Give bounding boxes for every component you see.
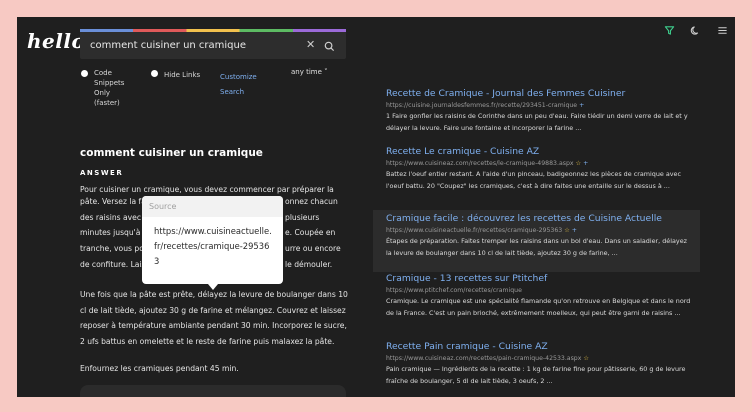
- search-input[interactable]: [80, 32, 310, 59]
- result-snippet: 1 Faire gonfler les raisins de Corinthe …: [386, 112, 688, 132]
- customize-search-link[interactable]: Customize Search: [220, 70, 257, 100]
- answer-label: ANSWER: [80, 169, 124, 177]
- result-title-link[interactable]: Cramique facile : découvrez les recettes…: [386, 212, 694, 225]
- answer-fragment: urre ou encore: [285, 244, 341, 253]
- tooltip-header: Source: [142, 196, 283, 217]
- result-snippet: Battez l'oeuf entier restant. A l'aide d…: [386, 170, 681, 190]
- answer-title: comment cuisiner un cramique: [80, 147, 263, 159]
- expand-icon[interactable]: +: [579, 102, 584, 109]
- result-snippet: Étapes de préparation. Faites tremper le…: [386, 237, 687, 257]
- code-snippets-label: Code Snippets Only (faster): [94, 68, 124, 108]
- source-link[interactable]: https://www.cuisineactuelle.fr/recettes/…: [142, 217, 283, 269]
- result-url-text[interactable]: https://www.cuisineaz.com/recettes/pain-…: [386, 355, 581, 362]
- code-snippets-line: (faster): [94, 99, 120, 107]
- result-url-text[interactable]: https://cuisine.journaldesfemmes.fr/rece…: [386, 102, 577, 109]
- result-url: https://www.cuisineactuelle.fr/recettes/…: [386, 225, 694, 236]
- answer-fragment: pâte. Versez la fa: [80, 197, 146, 206]
- expand-icon[interactable]: +: [583, 160, 588, 167]
- customize-line: Customize: [220, 73, 257, 81]
- result-snippet: Cramique. Le cramique est une spécialité…: [386, 297, 691, 317]
- menu-icon[interactable]: [717, 21, 728, 40]
- code-snippets-line: Code: [94, 69, 112, 77]
- result-snippet: Pain cramique — Ingrédients de la recett…: [386, 365, 686, 385]
- star-icon[interactable]: ☆: [564, 227, 570, 234]
- code-snippets-radio[interactable]: [81, 70, 88, 77]
- app-frame: hello ✕ Code Snippets Only (faster) Hide…: [17, 17, 735, 397]
- filter-icon[interactable]: [664, 21, 675, 40]
- result-url: https://www.cuisineaz.com/recettes/pain-…: [386, 353, 694, 364]
- result-title-link[interactable]: Recette Le cramique - Cuisine AZ: [386, 145, 694, 158]
- answer-fragment: plusieurs: [285, 213, 320, 222]
- search-bar: ✕: [80, 29, 346, 59]
- customize-line: Search: [220, 88, 245, 96]
- answer-fragment: onnez chacun: [285, 197, 338, 206]
- answer-fragment: le démouler.: [285, 260, 333, 269]
- star-icon[interactable]: ☆: [576, 160, 582, 167]
- hide-links-radio[interactable]: [151, 70, 158, 77]
- result-url: https://www.ptitchef.com/recettes/cramiq…: [386, 285, 694, 296]
- clear-icon[interactable]: ✕: [306, 38, 315, 51]
- answer-fragment: de confiture. Lais: [80, 260, 146, 269]
- moon-icon[interactable]: [690, 21, 701, 40]
- star-icon[interactable]: ☆: [583, 355, 589, 362]
- search-result: Recette Pain cramique - Cuisine AZ https…: [373, 338, 700, 391]
- tooltip-arrow: [208, 284, 218, 290]
- answer-fragment: tranche, vous po: [80, 244, 144, 253]
- search-result: Recette Le cramique - Cuisine AZ https:/…: [373, 143, 700, 196]
- expand-icon[interactable]: +: [572, 227, 577, 234]
- result-url-text[interactable]: https://www.cuisineactuelle.fr/recettes/…: [386, 227, 562, 234]
- result-url: https://cuisine.journaldesfemmes.fr/rece…: [386, 100, 694, 111]
- code-snippets-line: Only: [94, 89, 111, 97]
- time-filter-dropdown[interactable]: any time ˅: [291, 68, 328, 76]
- next-section-box: [80, 385, 346, 397]
- result-title-link[interactable]: Cramique - 13 recettes sur Ptitchef: [386, 272, 694, 285]
- hide-links-label: Hide Links: [164, 71, 201, 79]
- answer-fragment: e. Coupée en: [285, 228, 336, 237]
- result-url: https://www.cuisineaz.com/recettes/le-cr…: [386, 158, 694, 169]
- result-title-link[interactable]: Recette Pain cramique - Cuisine AZ: [386, 340, 694, 353]
- answer-paragraph-3: Enfournez les cramiques pendant 45 min.: [80, 364, 239, 373]
- search-result-highlighted: Cramique facile : découvrez les recettes…: [373, 210, 700, 272]
- search-result: Cramique - 13 recettes sur Ptitchef http…: [373, 270, 700, 323]
- search-result: Recette de Cramique - Journal des Femmes…: [373, 85, 700, 138]
- search-icon[interactable]: [324, 37, 335, 56]
- result-title-link[interactable]: Recette de Cramique - Journal des Femmes…: [386, 87, 694, 100]
- result-url-text[interactable]: https://www.ptitchef.com/recettes/cramiq…: [386, 287, 522, 294]
- hello-logo[interactable]: hello: [27, 29, 85, 53]
- answer-fragment: des raisins avec: [80, 213, 141, 222]
- source-tooltip: Source https://www.cuisineactuelle.fr/re…: [142, 196, 283, 290]
- result-url-text[interactable]: https://www.cuisineaz.com/recettes/le-cr…: [386, 160, 574, 167]
- code-snippets-line: Snippets: [94, 79, 125, 87]
- answer-fragment: minutes jusqu'à c: [80, 228, 147, 237]
- answer-paragraph-2: Une fois que la pâte est prête, délayez …: [80, 290, 348, 346]
